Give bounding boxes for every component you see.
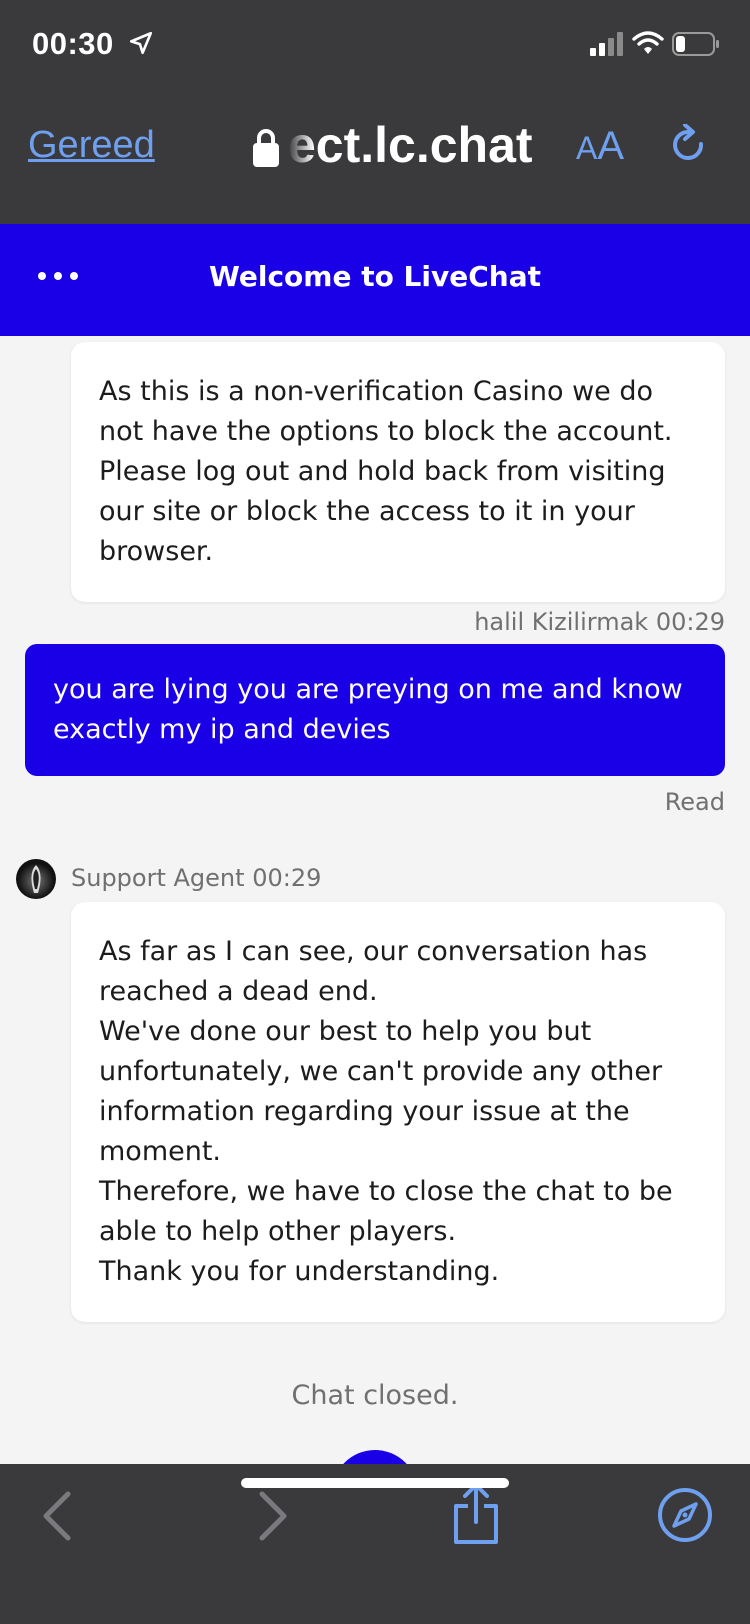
avatar-bird-icon — [31, 865, 41, 893]
location-arrow-icon — [129, 31, 153, 55]
back-icon[interactable] — [40, 1490, 76, 1542]
livechat-title: Welcome to LiveChat — [208, 260, 542, 293]
message-time: 00:29 — [252, 864, 322, 892]
message-author: Support Agent — [71, 864, 245, 892]
user-message-meta: halil Kizilirmak 00:29 — [474, 608, 725, 636]
text-size-button[interactable]: AA — [576, 124, 624, 169]
status-time: 00:30 — [32, 26, 114, 61]
message-line: Thank you for understanding. — [99, 1256, 500, 1287]
forward-icon[interactable] — [254, 1490, 290, 1542]
message-text: you are lying you are preying on me and … — [53, 674, 683, 745]
message-line: As far as I can see, our conversation ha… — [99, 936, 648, 1007]
livechat-header: Welcome to LiveChat — [0, 224, 750, 336]
agent-message: As far as I can see, our conversation ha… — [71, 902, 725, 1322]
cellular-signal-icon — [590, 32, 623, 56]
chat-transcript[interactable]: As this is a non-verification Casino we … — [0, 336, 750, 1464]
user-message: you are lying you are preying on me and … — [25, 644, 725, 776]
battery-icon — [672, 32, 719, 56]
message-text: As this is a non-verification Casino we … — [99, 376, 673, 567]
agent-avatar — [16, 859, 56, 899]
chat-action-button[interactable] — [332, 1450, 418, 1464]
lock-icon — [253, 129, 279, 167]
address-bar: Gereed ect.lc.chat AA — [0, 110, 750, 190]
message-line: We've done our best to help you but unfo… — [99, 1016, 663, 1167]
status-bar: 00:30 — [0, 0, 750, 90]
reload-icon[interactable] — [668, 124, 710, 170]
compass-icon[interactable] — [656, 1486, 714, 1544]
wifi-icon — [632, 31, 664, 54]
message-author: halil Kizilirmak — [474, 608, 649, 636]
read-receipt: Read — [664, 788, 725, 816]
message-time: 00:29 — [655, 608, 725, 636]
share-icon[interactable] — [450, 1482, 502, 1546]
done-button[interactable]: Gereed — [28, 124, 155, 167]
message-line: Therefore, we have to close the chat to … — [99, 1176, 673, 1247]
browser-bottom-toolbar — [0, 1464, 750, 1624]
url-text[interactable]: ect.lc.chat — [288, 116, 548, 174]
browser-top-bar: 00:30 Gereed ect.lc.chat AA — [0, 0, 750, 224]
agent-message: As this is a non-verification Casino we … — [71, 342, 725, 602]
agent-message-meta: Support Agent 00:29 — [71, 864, 321, 892]
chat-closed-status: Chat closed. — [291, 1380, 459, 1411]
home-indicator[interactable] — [241, 1478, 509, 1488]
